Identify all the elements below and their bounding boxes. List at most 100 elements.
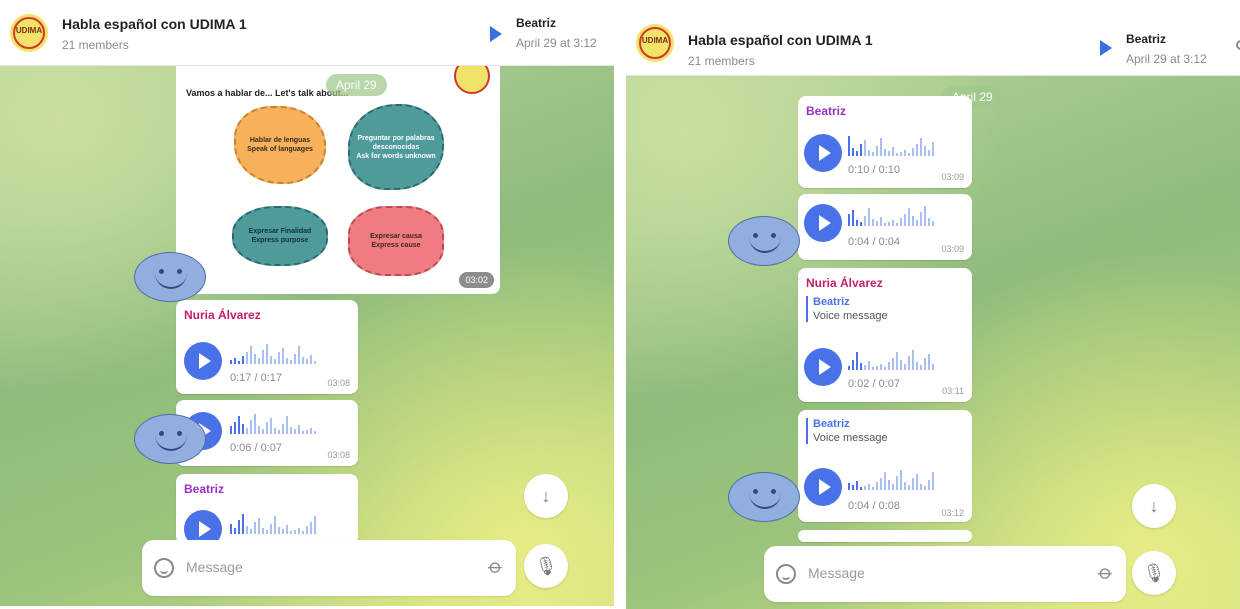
smile-icon[interactable] (776, 564, 796, 584)
waveform-bar (864, 216, 866, 226)
reply-quote[interactable]: Beatriz Voice message (806, 418, 888, 444)
waveform[interactable] (848, 204, 934, 226)
voice-message[interactable]: Beatriz 0:10 / 0:10 03:09 (798, 96, 972, 188)
waveform-bar (246, 428, 248, 434)
waveform-bar (860, 144, 862, 156)
scroll-down-button[interactable]: ↓ (524, 474, 568, 518)
voice-duration: 0:06 / 0:07 (230, 442, 282, 454)
waveform[interactable] (230, 412, 316, 434)
pinned-date[interactable]: April 29 at 3:12 (516, 36, 597, 50)
message-composer[interactable]: Message ⌀ (142, 540, 516, 596)
microphone-button[interactable]: 🎙 (524, 544, 568, 588)
microphone-button[interactable]: 🎙 (1132, 551, 1176, 595)
waveform-bar (868, 361, 870, 370)
waveform-bar (912, 478, 914, 490)
arrow-down-icon: ↓ (541, 486, 551, 506)
waveform-bar (880, 138, 882, 156)
waveform-bar (876, 366, 878, 370)
waveform-bar (916, 362, 918, 370)
waveform-bar (302, 431, 304, 434)
waveform[interactable] (848, 134, 934, 156)
paperclip-icon[interactable]: ⌀ (1093, 559, 1119, 585)
chat-header[interactable]: UDIMA Habla español con UDIMA 1 21 membe… (626, 0, 1240, 76)
waveform-bar (896, 352, 898, 370)
play-icon[interactable] (804, 134, 842, 172)
waveform-bar (270, 418, 272, 434)
waveform-bar (916, 144, 918, 156)
header-menu-icon[interactable] (1236, 40, 1240, 50)
waveform-bar (884, 472, 886, 490)
voice-message[interactable]: Beatriz Voice message 0:04 / 0:08 03:12 (798, 410, 972, 522)
pinned-message-icon[interactable] (1100, 40, 1112, 56)
message-bubble-partial[interactable] (798, 530, 972, 542)
waveform-bar (286, 358, 288, 364)
message-sender[interactable]: Beatriz (184, 482, 224, 496)
chat-header[interactable]: UDIMA Habla español con UDIMA 1 21 membe… (0, 0, 614, 66)
waveform-bar (282, 348, 284, 364)
waveform[interactable] (848, 468, 934, 490)
message-sender[interactable]: Nuria Álvarez (806, 276, 883, 290)
waveform-bar (912, 148, 914, 156)
voice-duration: 0:17 / 0:17 (230, 372, 282, 384)
play-icon[interactable] (804, 468, 842, 506)
play-icon[interactable] (804, 204, 842, 242)
voice-duration: 0:04 / 0:08 (848, 500, 900, 512)
waveform-bar (884, 149, 886, 156)
reply-quote[interactable]: Beatriz Voice message (806, 296, 888, 322)
pinned-sender[interactable]: Beatriz (1126, 32, 1166, 46)
waveform-bar (262, 350, 264, 364)
reply-text: Voice message (813, 432, 888, 444)
waveform-bar (294, 530, 296, 534)
group-avatar[interactable]: UDIMA (636, 24, 674, 62)
waveform-bar (920, 365, 922, 370)
play-icon[interactable] (804, 348, 842, 386)
waveform-bar (920, 484, 922, 490)
waveform-bar (892, 358, 894, 370)
smiley-face-icon (728, 216, 800, 266)
waveform-bar (250, 346, 252, 364)
smile-icon[interactable] (154, 558, 174, 578)
message-input[interactable]: Message (808, 565, 865, 581)
paperclip-icon[interactable]: ⌀ (483, 553, 509, 579)
waveform-bar (876, 221, 878, 226)
pinned-message-icon[interactable] (490, 26, 502, 42)
waveform-bar (258, 426, 260, 434)
message-sender[interactable]: Nuria Álvarez (184, 308, 261, 322)
play-icon[interactable] (184, 342, 222, 380)
reply-sender: Beatriz (813, 296, 850, 308)
voice-message[interactable]: Beatriz (176, 474, 358, 548)
waveform[interactable] (230, 342, 316, 364)
waveform-bar (928, 218, 930, 226)
voice-message[interactable]: 0:04 / 0:04 03:09 (798, 194, 972, 260)
waveform-bar (242, 424, 244, 434)
image-message[interactable]: Vamos a hablar de... Let's talk about...… (176, 66, 500, 294)
message-time: 03:08 (327, 450, 350, 460)
waveform[interactable] (848, 348, 934, 370)
waveform-bar (900, 470, 902, 490)
message-time: 03:11 (942, 386, 964, 396)
waveform-bar (924, 358, 926, 370)
pinned-sender[interactable]: Beatriz (516, 16, 556, 30)
waveform-bar (932, 142, 934, 156)
waveform-bar (258, 358, 260, 364)
waveform-bar (852, 210, 854, 226)
waveform-bar (864, 486, 866, 490)
pinned-date[interactable]: April 29 at 3:12 (1126, 52, 1207, 66)
waveform[interactable] (230, 512, 316, 534)
message-time: 03:12 (941, 508, 964, 518)
waveform-bar (270, 524, 272, 534)
voice-message[interactable]: Nuria Álvarez Beatriz Voice message 0:02… (798, 268, 972, 402)
waveform-bar (238, 520, 240, 534)
message-composer[interactable]: Message ⌀ (764, 546, 1126, 602)
chat-title: Habla español con UDIMA 1 (62, 16, 247, 32)
message-sender[interactable]: Beatriz (806, 104, 846, 118)
image-heading: Vamos a hablar de... Let's talk about... (186, 88, 349, 98)
voice-message[interactable]: Nuria Álvarez 0:17 / 0:17 03:08 (176, 300, 358, 394)
chat-title: Habla español con UDIMA 1 (688, 32, 873, 48)
waveform-bar (250, 529, 252, 534)
waveform-bar (872, 367, 874, 370)
message-time: 03:08 (327, 378, 350, 388)
message-input[interactable]: Message (186, 559, 243, 575)
group-avatar[interactable]: UDIMA (10, 14, 48, 52)
scroll-down-button[interactable]: ↓ (1132, 484, 1176, 528)
